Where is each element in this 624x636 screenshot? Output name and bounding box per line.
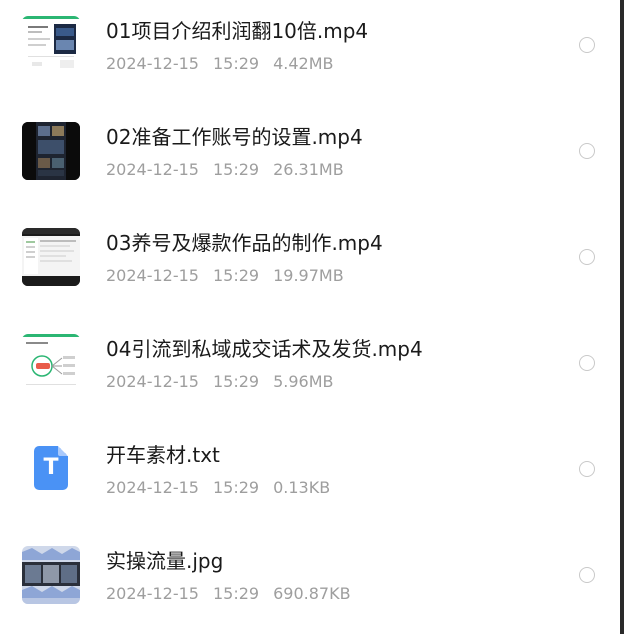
select-radio[interactable] (579, 249, 595, 265)
file-name: 02准备工作账号的设置.mp4 (106, 125, 363, 149)
file-time: 15:29 (212, 478, 260, 497)
file-time: 15:29 (212, 160, 260, 179)
select-radio[interactable] (579, 567, 595, 583)
file-row[interactable]: 03养号及爆款作品的制作.mp4 2024-12-15 15:29 19.97MB (0, 212, 620, 318)
file-size: 0.13KB (273, 478, 331, 497)
file-time: 15:29 (212, 584, 260, 603)
file-date: 2024-12-15 (106, 478, 199, 497)
file-row[interactable]: 实操流量.jpg 2024-12-15 15:29 690.87KB (0, 530, 620, 636)
select-radio[interactable] (579, 143, 595, 159)
file-row[interactable]: 02准备工作账号的设置.mp4 2024-12-15 15:29 26.31MB (0, 106, 620, 212)
window-edge (620, 0, 624, 634)
file-date: 2024-12-15 (106, 54, 199, 73)
file-name: 04引流到私域成交话术及发货.mp4 (106, 337, 423, 361)
file-name: 开车素材.txt (106, 443, 220, 467)
file-date: 2024-12-15 (106, 584, 199, 603)
file-meta: 2024-12-15 15:29 690.87KB (106, 583, 365, 605)
select-radio[interactable] (579, 355, 595, 371)
video-thumbnail-icon (22, 228, 80, 286)
file-size: 690.87KB (273, 584, 351, 603)
file-size: 4.42MB (273, 54, 334, 73)
file-meta: 2024-12-15 15:29 0.13KB (106, 477, 344, 499)
file-date: 2024-12-15 (106, 160, 199, 179)
file-time: 15:29 (212, 54, 260, 73)
video-thumbnail-icon (22, 122, 80, 180)
file-list: 01项目介绍利润翻10倍.mp4 2024-12-15 15:29 4.42MB 0… (0, 0, 620, 634)
video-thumbnail-icon (22, 334, 80, 392)
file-meta: 2024-12-15 15:29 26.31MB (106, 159, 358, 181)
file-time: 15:29 (212, 372, 260, 391)
file-row[interactable]: 01项目介绍利润翻10倍.mp4 2024-12-15 15:29 4.42MB (0, 0, 620, 106)
file-meta: 2024-12-15 15:29 4.42MB (106, 53, 348, 75)
file-row[interactable]: T 开车素材.txt 2024-12-15 15:29 0.13KB (0, 424, 620, 530)
file-meta: 2024-12-15 15:29 19.97MB (106, 265, 358, 287)
video-thumbnail-icon (22, 16, 80, 74)
file-name: 01项目介绍利润翻10倍.mp4 (106, 19, 369, 43)
file-name: 实操流量.jpg (106, 549, 224, 573)
txt-icon-letter: T (43, 455, 59, 480)
file-row[interactable]: 04引流到私域成交话术及发货.mp4 2024-12-15 15:29 5.96MB (0, 318, 620, 424)
file-meta: 2024-12-15 15:29 5.96MB (106, 371, 348, 393)
file-name: 03养号及爆款作品的制作.mp4 (106, 231, 383, 255)
file-size: 19.97MB (273, 266, 344, 285)
file-date: 2024-12-15 (106, 266, 199, 285)
select-radio[interactable] (579, 461, 595, 477)
image-thumbnail-icon (22, 546, 80, 604)
file-size: 26.31MB (273, 160, 344, 179)
txt-file-icon: T (22, 440, 80, 498)
file-time: 15:29 (212, 266, 260, 285)
txt-icon-shape: T (34, 446, 68, 490)
file-size: 5.96MB (273, 372, 334, 391)
file-date: 2024-12-15 (106, 372, 199, 391)
select-radio[interactable] (579, 37, 595, 53)
